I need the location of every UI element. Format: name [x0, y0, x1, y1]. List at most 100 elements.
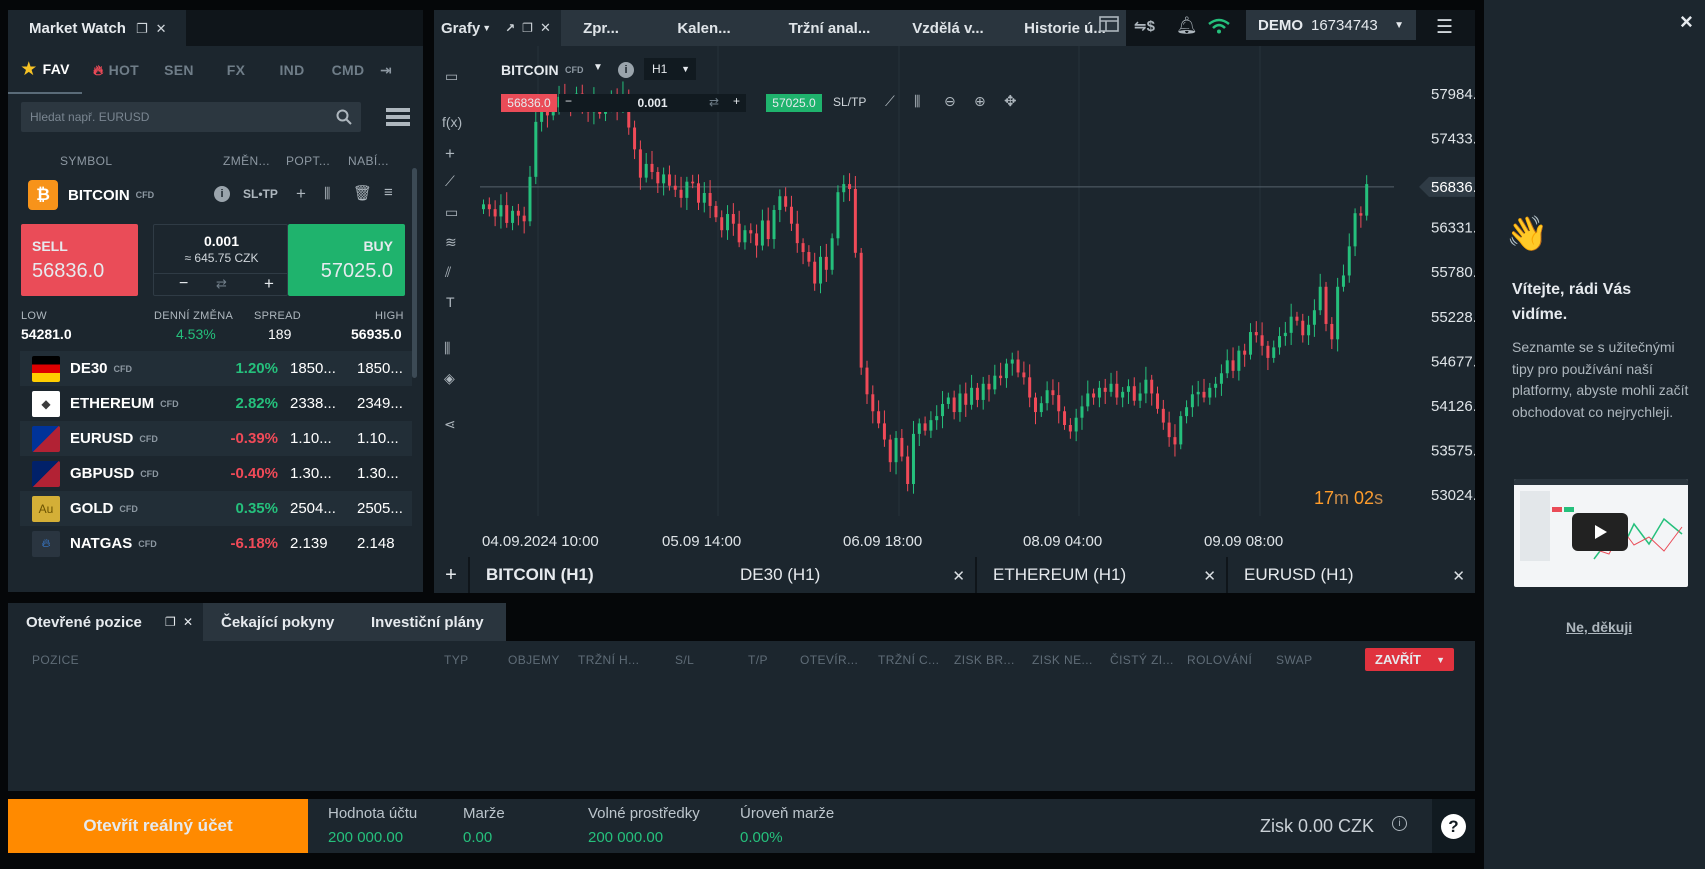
popout-icon[interactable]: ↗	[505, 21, 515, 35]
layers-icon[interactable]: ◈	[444, 370, 455, 387]
positions-column-header[interactable]: TRŽNÍ C...	[878, 653, 939, 667]
tab-hot[interactable]: 🔥︎ HOT	[82, 46, 150, 94]
decline-link[interactable]: Ne, děkuji	[1566, 619, 1632, 635]
open-real-account-button[interactable]: Otevřít reálný účet	[8, 799, 308, 853]
swap-icon[interactable]: ⇄	[709, 95, 719, 109]
search-input[interactable]: Hledat např. EURUSD	[21, 102, 361, 132]
instrument-bid[interactable]: 1850...	[290, 360, 336, 377]
swap-icon[interactable]: ⇄	[216, 276, 227, 292]
maximize-icon[interactable]: ❐	[522, 21, 533, 35]
cursor-tool-icon[interactable]: ▭	[445, 68, 458, 85]
info-icon[interactable]: i	[1392, 816, 1407, 831]
chevron-down-icon[interactable]: ▼	[593, 62, 603, 73]
instrument-row[interactable]: DE30 CFD 1.20% 1850... 1850...	[20, 351, 412, 386]
volume-plus-button[interactable]: +	[733, 94, 740, 108]
pitchfork-tool-icon[interactable]: ⫽	[445, 264, 451, 281]
tab-fav[interactable]: ★ FAV	[8, 46, 82, 94]
maximize-icon[interactable]: ❐	[136, 21, 148, 37]
trash-icon[interactable]: 🗑︎	[353, 184, 372, 202]
instrument-ask[interactable]: 1.10...	[357, 430, 399, 447]
bell-icon[interactable]: 🔔︎	[1176, 16, 1198, 36]
column-ask[interactable]: NABÍ...	[348, 154, 389, 168]
instrument-bid[interactable]: 1.10...	[290, 430, 332, 447]
chart-buy-button[interactable]: 57025.0	[766, 94, 822, 112]
positions-column-header[interactable]: SWAP	[1276, 653, 1313, 667]
layout-icon[interactable]	[1099, 16, 1119, 32]
column-bid[interactable]: POPT...	[286, 154, 330, 168]
tab-investment-plans[interactable]: Investiční plány	[353, 603, 506, 641]
close-panel-button[interactable]: ×	[1680, 9, 1693, 35]
tutorial-video[interactable]	[1514, 479, 1688, 587]
volume-plus-button[interactable]: +	[264, 274, 274, 294]
price-chart[interactable]: 57984.8 57433.6 56331.2 55780.0 55228.8 54677…	[434, 46, 1475, 556]
tab-calendar[interactable]: Kalen...	[641, 10, 767, 46]
help-button[interactable]: ?	[1432, 799, 1475, 853]
search-icon[interactable]	[336, 109, 352, 125]
chart-tab-eurusd[interactable]: EURUSD (H1) ✕	[1228, 557, 1475, 593]
instrument-row[interactable]: GBPUSD CFD -0.40% 1.30... 1.30...	[20, 456, 412, 491]
tab-pending-orders[interactable]: Čekající pokyny	[203, 603, 353, 641]
charts-tab[interactable]: Grafy ▼ ↗ ❐ ✕	[434, 10, 561, 46]
instrument-bid[interactable]: 2.139	[290, 535, 328, 552]
account-selector[interactable]: DEMO 16734743 ▼	[1246, 10, 1416, 40]
instrument-row[interactable]: Au GOLD CFD 0.35% 2504... 2505...	[20, 491, 412, 526]
timeframe-select[interactable]: H1 ▼	[644, 58, 696, 80]
positions-column-header[interactable]: OBJEMY	[508, 653, 560, 667]
currency-exchange-icon[interactable]: ⇋$	[1134, 17, 1155, 35]
close-icon[interactable]: ✕	[540, 20, 551, 36]
positions-column-header[interactable]: POZICE	[32, 653, 79, 667]
market-watch-tab[interactable]: Market Watch ❐ ✕	[8, 10, 186, 46]
selected-instrument-row[interactable]: ₿ BITCOIN CFD i SL•TP + ⫼ 🗑︎ ≡	[8, 176, 408, 214]
chart-area[interactable]: 57984.8 57433.6 56331.2 55780.0 55228.8 54677…	[434, 46, 1475, 556]
tab-fx[interactable]: FX	[208, 46, 264, 94]
share-icon[interactable]: ⋖	[444, 416, 456, 433]
tab-ind[interactable]: IND	[264, 46, 320, 94]
scrollbar[interactable]	[412, 168, 417, 378]
instrument-row[interactable]: 🔥︎ NATGAS CFD -6.18% 2.139 2.148	[20, 526, 412, 561]
positions-column-header[interactable]: ZISK NE...	[1032, 653, 1093, 667]
info-icon[interactable]: i	[618, 62, 634, 78]
list-view-icon[interactable]	[386, 108, 410, 126]
rectangle-tool-icon[interactable]: ▭	[445, 204, 458, 221]
buy-button[interactable]: BUY 57025.0	[288, 224, 405, 296]
add-chart-button[interactable]: +	[434, 557, 468, 593]
positions-column-header[interactable]: ROLOVÁNÍ	[1187, 653, 1252, 667]
tab-sen[interactable]: SEN	[150, 46, 208, 94]
positions-column-header[interactable]: ČISTÝ ZI...	[1110, 653, 1174, 667]
candle-chart-icon[interactable]: ⫼	[914, 93, 920, 110]
instrument-ask[interactable]: 2.148	[357, 535, 395, 552]
indicators-icon[interactable]: f(x)	[442, 114, 462, 130]
positions-column-header[interactable]: ZISK BR...	[954, 653, 1015, 667]
chart-symbol[interactable]: BITCOIN	[501, 62, 559, 78]
column-symbol[interactable]: SYMBOL	[60, 154, 112, 168]
sell-button[interactable]: SELL 56836.0	[21, 224, 138, 296]
text-tool-icon[interactable]: T	[446, 294, 455, 310]
column-change[interactable]: ZMĚN...	[223, 154, 270, 168]
instrument-ask[interactable]: 1850...	[357, 360, 403, 377]
instrument-bid[interactable]: 2504...	[290, 500, 336, 517]
volume-minus-button[interactable]: −	[179, 275, 188, 293]
add-icon[interactable]: +	[296, 184, 306, 204]
volume-input[interactable]: 0.001	[154, 233, 289, 249]
instrument-row[interactable]: EURUSD CFD -0.39% 1.10... 1.10...	[20, 421, 412, 456]
close-all-button[interactable]: ZAVŘÍT ▼	[1365, 648, 1454, 671]
candles-icon[interactable]: ⫼	[324, 185, 330, 202]
positions-column-header[interactable]: OTEVÍR...	[800, 653, 858, 667]
chart-sell-button[interactable]: 56836.0	[501, 94, 557, 112]
close-icon[interactable]: ✕	[183, 615, 193, 629]
tab-cmd[interactable]: CMD	[320, 46, 376, 94]
chart-tab-de30[interactable]: DE30 (H1) ✕	[724, 557, 975, 593]
zoom-in-icon[interactable]: ⊕	[974, 93, 986, 110]
maximize-icon[interactable]: ❐	[165, 615, 176, 629]
tab-education[interactable]: Vzdělá v...	[892, 10, 1004, 46]
line-tool-icon[interactable]: ⟋	[445, 173, 455, 190]
close-icon[interactable]: ✕	[156, 21, 167, 37]
measure-tool-icon[interactable]: ⫼	[444, 340, 450, 357]
hamburger-menu-icon[interactable]: ☰	[1436, 16, 1453, 39]
add-to-list-icon[interactable]: ≡	[384, 184, 393, 201]
instrument-bid[interactable]: 2338...	[290, 395, 336, 412]
move-icon[interactable]: ✥	[1004, 92, 1017, 110]
positions-column-header[interactable]: T/P	[748, 653, 768, 667]
close-icon[interactable]: ✕	[1203, 567, 1216, 585]
tab-open-positions[interactable]: Otevřené pozice ❐ ✕	[8, 603, 203, 641]
